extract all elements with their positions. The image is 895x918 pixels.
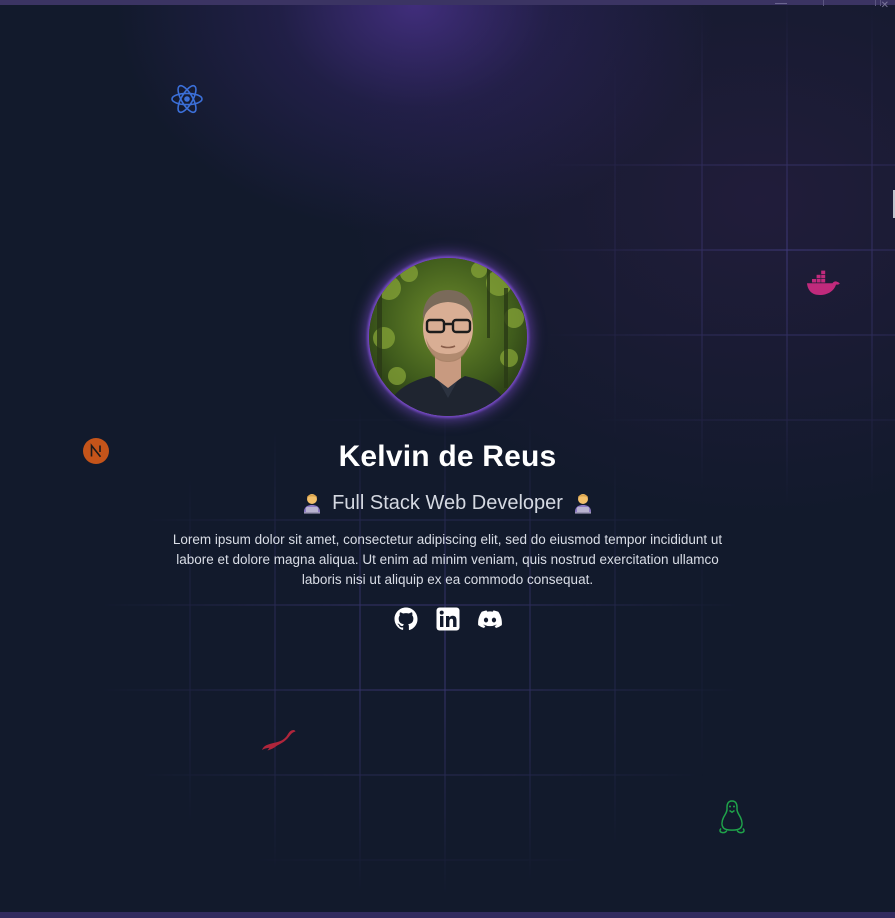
linux-icon xyxy=(717,799,747,835)
mariadb-icon xyxy=(260,728,296,754)
react-icon xyxy=(170,83,204,115)
technologist-icon xyxy=(301,492,323,514)
role-text: Full Stack Web Developer xyxy=(332,492,563,514)
profile-hero: Kelvin de Reus Full Stack Web Developer xyxy=(0,258,895,631)
top-bar xyxy=(0,0,895,5)
github-link[interactable] xyxy=(394,607,418,631)
linkedin-link[interactable] xyxy=(436,607,460,631)
technologist-icon xyxy=(572,492,594,514)
bottom-bar xyxy=(0,912,895,918)
social-links xyxy=(394,607,502,631)
avatar-photo xyxy=(368,258,527,416)
profile-bio: Lorem ipsum dolor sit amet, consectetur … xyxy=(172,532,723,587)
portfolio-page: ✕ Kelvin de Reus Full Stack Web Develope… xyxy=(0,0,895,918)
profile-name: Kelvin de Reus xyxy=(338,440,557,473)
window-controls: ✕ xyxy=(775,0,895,11)
profile-role: Full Stack Web Developer xyxy=(301,490,594,516)
close-icon[interactable]: ✕ xyxy=(879,0,889,11)
github-icon xyxy=(394,607,418,631)
discord-icon xyxy=(477,610,502,629)
linkedin-icon xyxy=(436,607,459,631)
discord-link[interactable] xyxy=(477,607,502,631)
avatar xyxy=(368,258,527,416)
